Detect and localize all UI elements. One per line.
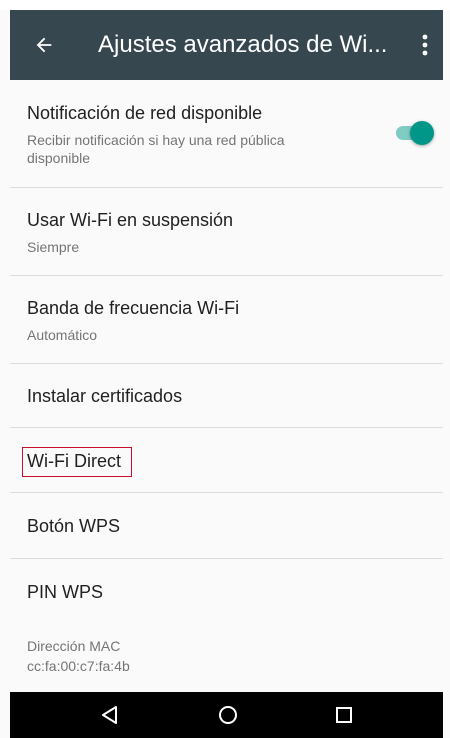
- setting-wps-button[interactable]: Botón WPS: [10, 493, 443, 559]
- setting-title: PIN WPS: [27, 582, 104, 602]
- setting-title: Usar Wi-Fi en suspensión: [27, 210, 234, 230]
- arrow-back-icon: [36, 37, 52, 53]
- setting-title: Botón WPS: [27, 516, 121, 536]
- nav-recents-button[interactable]: [324, 698, 364, 732]
- more-vert-icon: [422, 34, 428, 56]
- highlight-box: [22, 447, 132, 477]
- screen: Ajustes avanzados de Wi... Notificación …: [0, 0, 450, 738]
- setting-summary: Automático: [27, 327, 98, 343]
- setting-wps-pin[interactable]: PIN WPS: [10, 559, 443, 619]
- back-button[interactable]: [28, 29, 60, 61]
- toggle-thumb: [410, 121, 434, 145]
- mac-address-value: cc:fa:00:c7:fa:4b: [27, 658, 130, 674]
- nav-home-button[interactable]: [208, 698, 248, 732]
- navigation-bar: [10, 692, 443, 738]
- setting-title: Notificación de red disponible: [27, 103, 263, 123]
- page-title: Ajustes avanzados de Wi...: [98, 31, 388, 58]
- network-notification-toggle[interactable]: [396, 121, 434, 145]
- nav-back-button[interactable]: [90, 698, 130, 732]
- setting-wifi-sleep[interactable]: Usar Wi-Fi en suspensión Siempre: [10, 188, 443, 276]
- setting-frequency-band[interactable]: Banda de frecuencia Wi-Fi Automático: [10, 276, 443, 364]
- settings-list: Notificación de red disponible Recibir n…: [10, 80, 443, 692]
- mac-address-label: Dirección MAC: [27, 638, 121, 654]
- more-options-button[interactable]: [413, 27, 437, 63]
- setting-summary: disponible: [27, 150, 91, 166]
- mac-address-info: Dirección MAC cc:fa:00:c7:fa:4b: [10, 619, 443, 692]
- toolbar: Ajustes avanzados de Wi...: [10, 10, 443, 80]
- setting-title: Instalar certificados: [27, 386, 183, 406]
- circle-home-icon: [219, 706, 237, 724]
- setting-wifi-direct[interactable]: Wi-Fi Direct: [10, 428, 443, 493]
- setting-summary: Recibir notificación si hay una red públ…: [27, 132, 285, 148]
- triangle-back-icon: [102, 706, 117, 724]
- setting-title: Banda de frecuencia Wi-Fi: [27, 298, 240, 318]
- top-margin: [0, 0, 450, 10]
- setting-summary: Siempre: [27, 239, 80, 255]
- setting-network-notification[interactable]: Notificación de red disponible Recibir n…: [10, 80, 443, 188]
- square-recents-icon: [336, 707, 352, 723]
- setting-install-certificates[interactable]: Instalar certificados: [10, 364, 443, 428]
